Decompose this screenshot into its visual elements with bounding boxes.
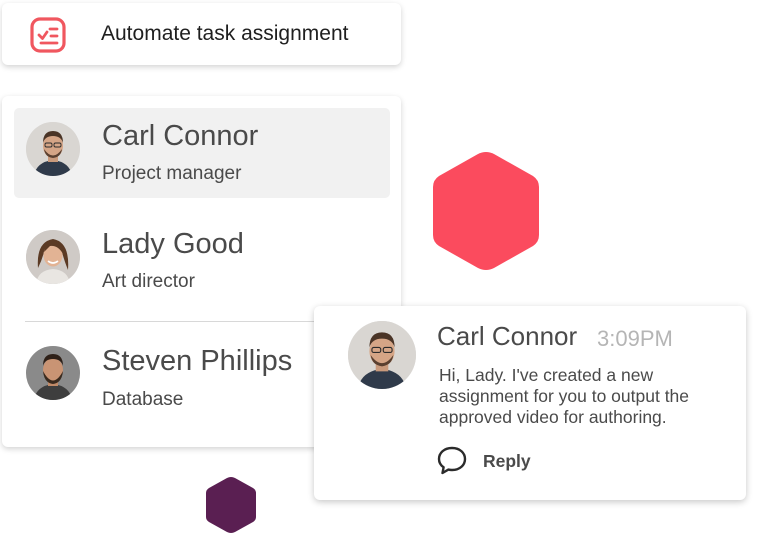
checklist-icon xyxy=(30,17,66,53)
red-hexagon-shape xyxy=(433,152,539,270)
message-author-avatar xyxy=(348,321,416,389)
stage: Automate task assignment Carl Connor Pro… xyxy=(0,0,773,534)
person-row-lady-good[interactable]: Lady Good Art director xyxy=(14,216,390,306)
avatar xyxy=(26,122,80,176)
person-role: Project manager xyxy=(102,163,242,184)
reply-button[interactable]: Reply xyxy=(436,444,546,478)
avatar xyxy=(26,230,80,284)
message-time: 3:09PM xyxy=(597,326,673,351)
person-name: Steven Phillips xyxy=(102,345,293,377)
automate-task-card[interactable]: Automate task assignment xyxy=(2,3,401,65)
person-role: Art director xyxy=(102,271,195,292)
message-body: Hi, Lady. I've created a new assignment … xyxy=(439,365,690,427)
avatar xyxy=(26,346,80,400)
message-author: Carl Connor xyxy=(437,321,578,351)
reply-label: Reply xyxy=(483,451,531,471)
speech-bubble-icon xyxy=(437,446,467,475)
purple-hexagon-shape xyxy=(206,477,256,533)
person-role: Database xyxy=(102,389,184,410)
message-card: Carl Connor 3:09PM Hi, Lady. I've create… xyxy=(314,306,746,500)
person-name: Carl Connor xyxy=(102,120,259,152)
person-name: Lady Good xyxy=(102,228,244,260)
automate-task-label: Automate task assignment xyxy=(101,22,349,45)
person-row-carl-connor[interactable]: Carl Connor Project manager xyxy=(14,108,390,198)
